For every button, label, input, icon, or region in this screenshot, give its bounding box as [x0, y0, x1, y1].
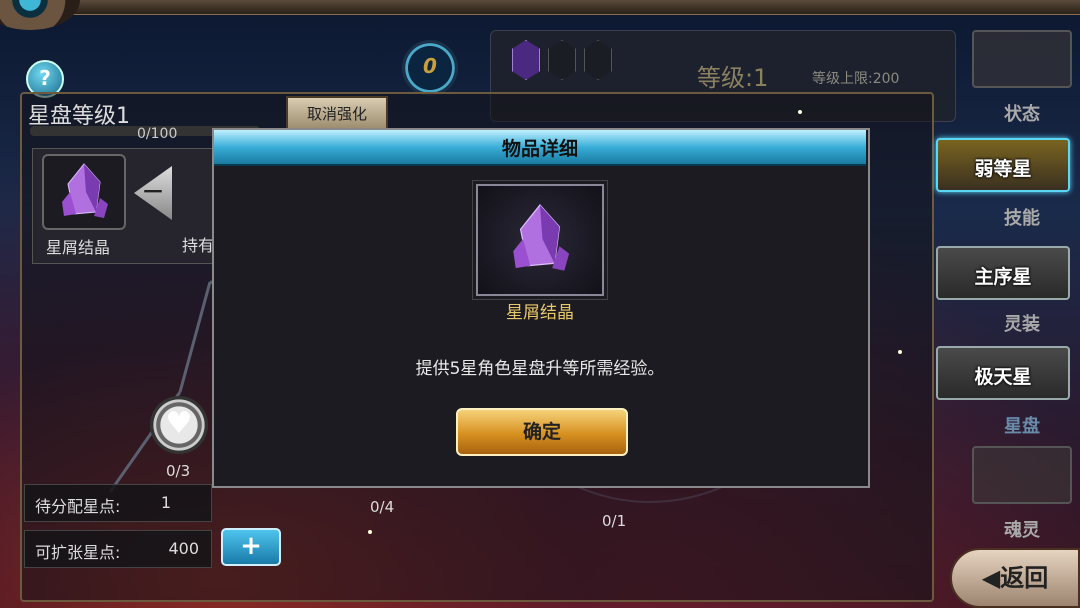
item-name-label: 星屑结晶 — [46, 238, 111, 257]
expand-points-label: 可扩张星点: — [35, 543, 121, 562]
heart-node-count: 0/3 — [166, 462, 191, 480]
node-count: 0/1 — [602, 512, 627, 530]
add-points-button[interactable]: + — [221, 528, 281, 566]
tab-starchart-label[interactable]: 星盘 — [972, 412, 1072, 438]
cancel-enhance-button[interactable]: 取消强化 — [286, 96, 388, 132]
crystal-icon — [513, 204, 570, 271]
back-button[interactable]: ◀返回 — [950, 548, 1080, 608]
level-cap-label: 等级上限:200 — [812, 71, 900, 87]
tab-status-label[interactable]: 状态 — [972, 100, 1072, 126]
node-count: 0/4 — [370, 498, 395, 516]
dialog-description: 提供5星角色星盘升等所需经验。 — [415, 359, 665, 379]
main-sequence-star-button[interactable]: 主序星 — [936, 246, 1070, 300]
heart-icon: ♥ — [165, 406, 193, 441]
item-slot[interactable] — [42, 154, 126, 230]
dialog-item-name: 星屑结晶 — [506, 303, 574, 323]
tab-status[interactable] — [972, 30, 1072, 88]
tab-soul-label[interactable]: 魂灵 — [972, 516, 1072, 542]
gear-ornament-icon — [0, 0, 80, 30]
expand-points-value: 400 — [168, 539, 199, 558]
level-progress-text: 0/100 — [137, 126, 178, 142]
weak-star-button[interactable]: 弱等星 — [936, 138, 1070, 192]
currency-coin: 0 — [402, 40, 458, 96]
dialog-title: 物品详细 — [501, 138, 578, 160]
expand-points-row: 可扩张星点: 400 — [24, 530, 212, 568]
tab-skill-label[interactable]: 技能 — [972, 204, 1072, 230]
dialog-item-frame — [472, 180, 608, 300]
crystal-icon — [62, 163, 108, 218]
weak-star-label: 弱等星 — [974, 158, 1032, 180]
extreme-star-button[interactable]: 极天星 — [936, 346, 1070, 400]
confirm-button[interactable]: 确定 — [456, 408, 628, 456]
pending-points-value: 1 — [160, 493, 171, 512]
tab-soul[interactable] — [972, 446, 1072, 504]
extreme-star-label: 极天星 — [974, 366, 1032, 388]
top-frame — [0, 0, 1080, 15]
pending-points-label: 待分配星点: — [35, 497, 121, 516]
coin-value: 0 — [423, 54, 437, 78]
heart-node[interactable]: ♥ — [150, 396, 208, 454]
pending-points-row: 待分配星点: 1 — [24, 484, 212, 522]
tab-equipment-label[interactable]: 灵装 — [972, 310, 1072, 336]
level-label: 等级:1 — [697, 64, 769, 92]
hold-label: 持有 — [182, 236, 215, 255]
main-sequence-star-label: 主序星 — [974, 266, 1032, 288]
back-label: 返回 — [1000, 564, 1049, 592]
